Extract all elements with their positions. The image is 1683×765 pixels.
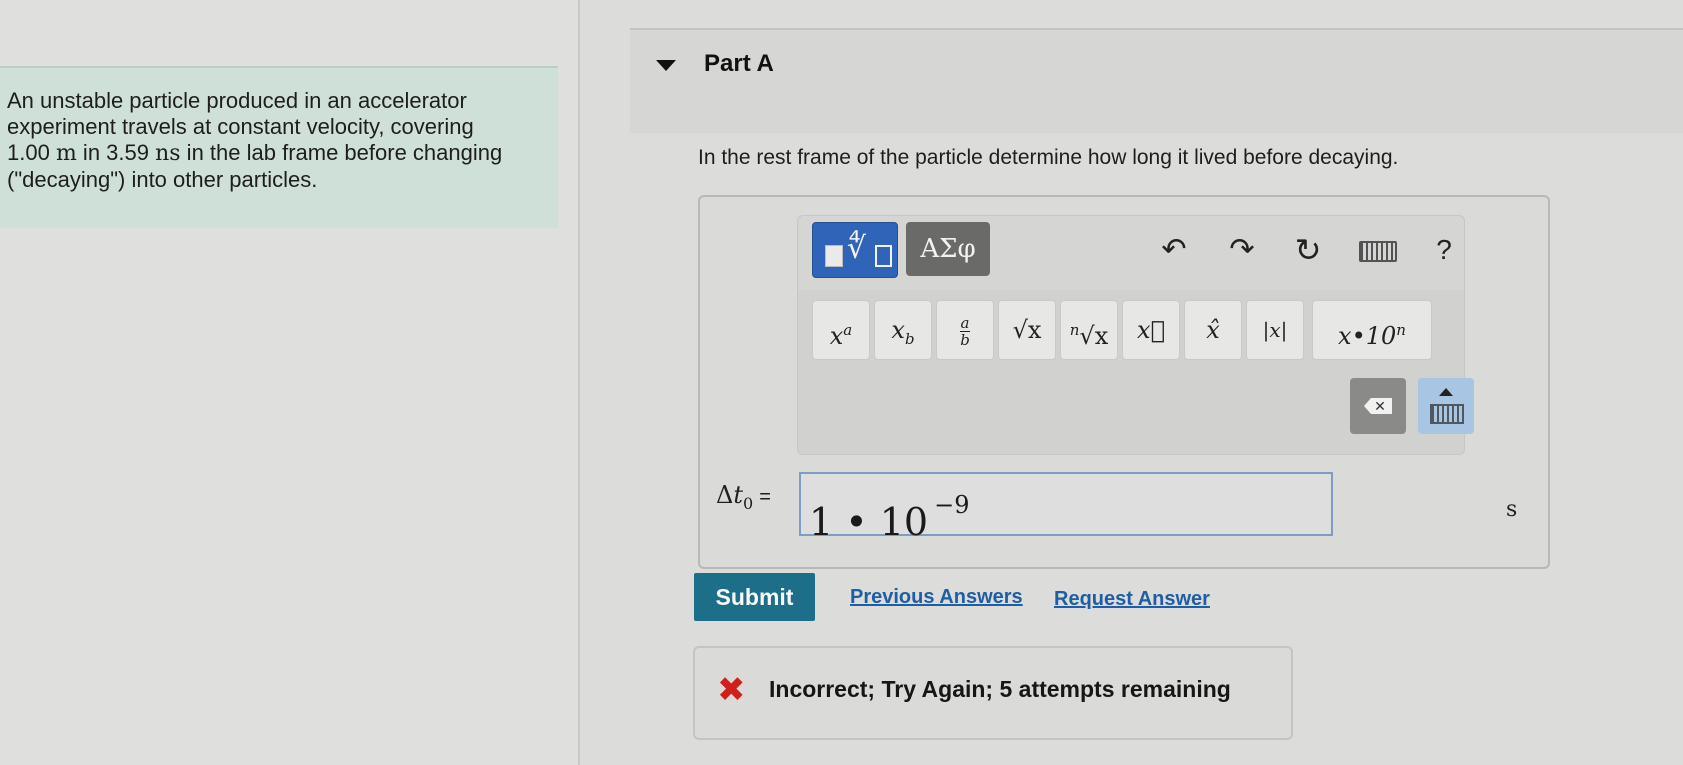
feedback-box: ✖ Incorrect; Try Again; 5 attempts remai… xyxy=(693,646,1293,740)
problem-line: An unstable particle produced in an acce… xyxy=(7,88,467,113)
greek-symbols-button[interactable]: ΑΣφ xyxy=(906,222,990,276)
distance-unit: m xyxy=(55,141,77,166)
answer-value: 1 • 10 xyxy=(809,500,929,544)
sym-sub: b xyxy=(904,329,915,348)
collapse-triangle-icon[interactable] xyxy=(656,60,676,71)
vector-button[interactable]: x⃗ xyxy=(1122,300,1180,360)
variable-subscript: 0 xyxy=(743,493,754,513)
math-toolbar: ∜ ΑΣφ ↶ ↷ ↻ ? xa xb ab √x n√x x⃗ x̂ |x| … xyxy=(797,215,1474,455)
delete-button[interactable]: ✕ xyxy=(1350,378,1406,434)
answer-panel: ∜ ΑΣφ ↶ ↷ ↻ ? xa xb ab √x n√x x⃗ x̂ |x| … xyxy=(698,195,1550,569)
nth-root-button[interactable]: n√x xyxy=(1060,300,1118,360)
absolute-value-button[interactable]: |x| xyxy=(1246,300,1304,360)
sym-base: x xyxy=(891,316,905,344)
reset-icon[interactable]: ↻ xyxy=(1288,230,1328,270)
radical-glyph: ∜ xyxy=(847,231,867,266)
templates-icon xyxy=(825,245,843,267)
delta-symbol: Δ xyxy=(716,481,734,509)
question-text: In the rest frame of the particle determ… xyxy=(698,146,1399,169)
templates-button[interactable]: ∜ xyxy=(812,222,898,278)
sci-exp: n xyxy=(1396,321,1406,339)
answer-input[interactable]: 1 • 10 −9 xyxy=(799,472,1333,544)
superscript-button[interactable]: xa xyxy=(812,300,870,360)
pane-divider xyxy=(578,0,580,765)
square-root-button[interactable]: √x xyxy=(998,300,1056,360)
time-value: in 3.59 xyxy=(76,140,156,165)
keyboard-icon xyxy=(1359,241,1397,262)
undo-icon[interactable]: ↶ xyxy=(1154,230,1194,270)
answer-variable-label: Δt0 = xyxy=(716,481,771,513)
feedback-message: Incorrect; Try Again; 5 attempts remaini… xyxy=(769,676,1231,702)
unit-vector-button[interactable]: x̂ xyxy=(1184,300,1242,360)
time-unit: ns xyxy=(155,141,181,166)
problem-line: experiment travels at constant velocity,… xyxy=(7,114,474,139)
keyboard-shortcuts-icon[interactable] xyxy=(1356,230,1397,270)
part-title[interactable]: Part A xyxy=(704,50,774,78)
submit-button[interactable]: Submit xyxy=(694,573,815,621)
problem-text-rest: in the lab frame before changing xyxy=(180,140,503,165)
answer-unit: s xyxy=(1506,497,1518,522)
sci-base: x•10 xyxy=(1338,322,1397,350)
problem-statement: An unstable particle produced in an acce… xyxy=(0,66,558,228)
answer-exponent: −9 xyxy=(934,491,970,519)
root-body: √x xyxy=(1079,322,1109,350)
box-glyph xyxy=(875,245,892,267)
equals-sign: = xyxy=(759,486,771,508)
expand-arrow-icon xyxy=(1439,388,1453,396)
delete-icon: ✕ xyxy=(1364,398,1392,414)
keyboard-toggle-button[interactable] xyxy=(1418,378,1474,434)
fraction-numerator: a xyxy=(960,314,970,332)
fraction-button[interactable]: ab xyxy=(936,300,994,360)
error-x-icon: ✖ xyxy=(717,670,746,710)
fraction-glyph: ab xyxy=(960,315,970,348)
variable-t: t xyxy=(733,481,743,509)
sym-base: x xyxy=(829,322,844,350)
root-index: n xyxy=(1069,321,1080,339)
problem-text: An unstable particle produced in an acce… xyxy=(7,88,547,193)
part-header[interactable]: Part A xyxy=(630,28,1683,133)
problem-line: 1.00 m in 3.59 ns in the lab frame befor… xyxy=(7,140,547,167)
help-icon[interactable]: ? xyxy=(1424,230,1464,270)
fraction-denominator: b xyxy=(960,331,970,349)
redo-icon[interactable]: ↷ xyxy=(1222,230,1262,270)
request-answer-link[interactable]: Request Answer xyxy=(1054,588,1210,611)
scientific-notation-button[interactable]: x•10n xyxy=(1312,300,1432,360)
sym-exp: a xyxy=(843,321,853,339)
distance-value: 1.00 xyxy=(7,140,56,165)
problem-line: ("decaying") into other particles. xyxy=(7,167,318,192)
keyboard-toggle-icon xyxy=(1430,404,1464,424)
previous-answers-link[interactable]: Previous Answers xyxy=(850,586,1023,609)
subscript-button[interactable]: xb xyxy=(874,300,932,360)
